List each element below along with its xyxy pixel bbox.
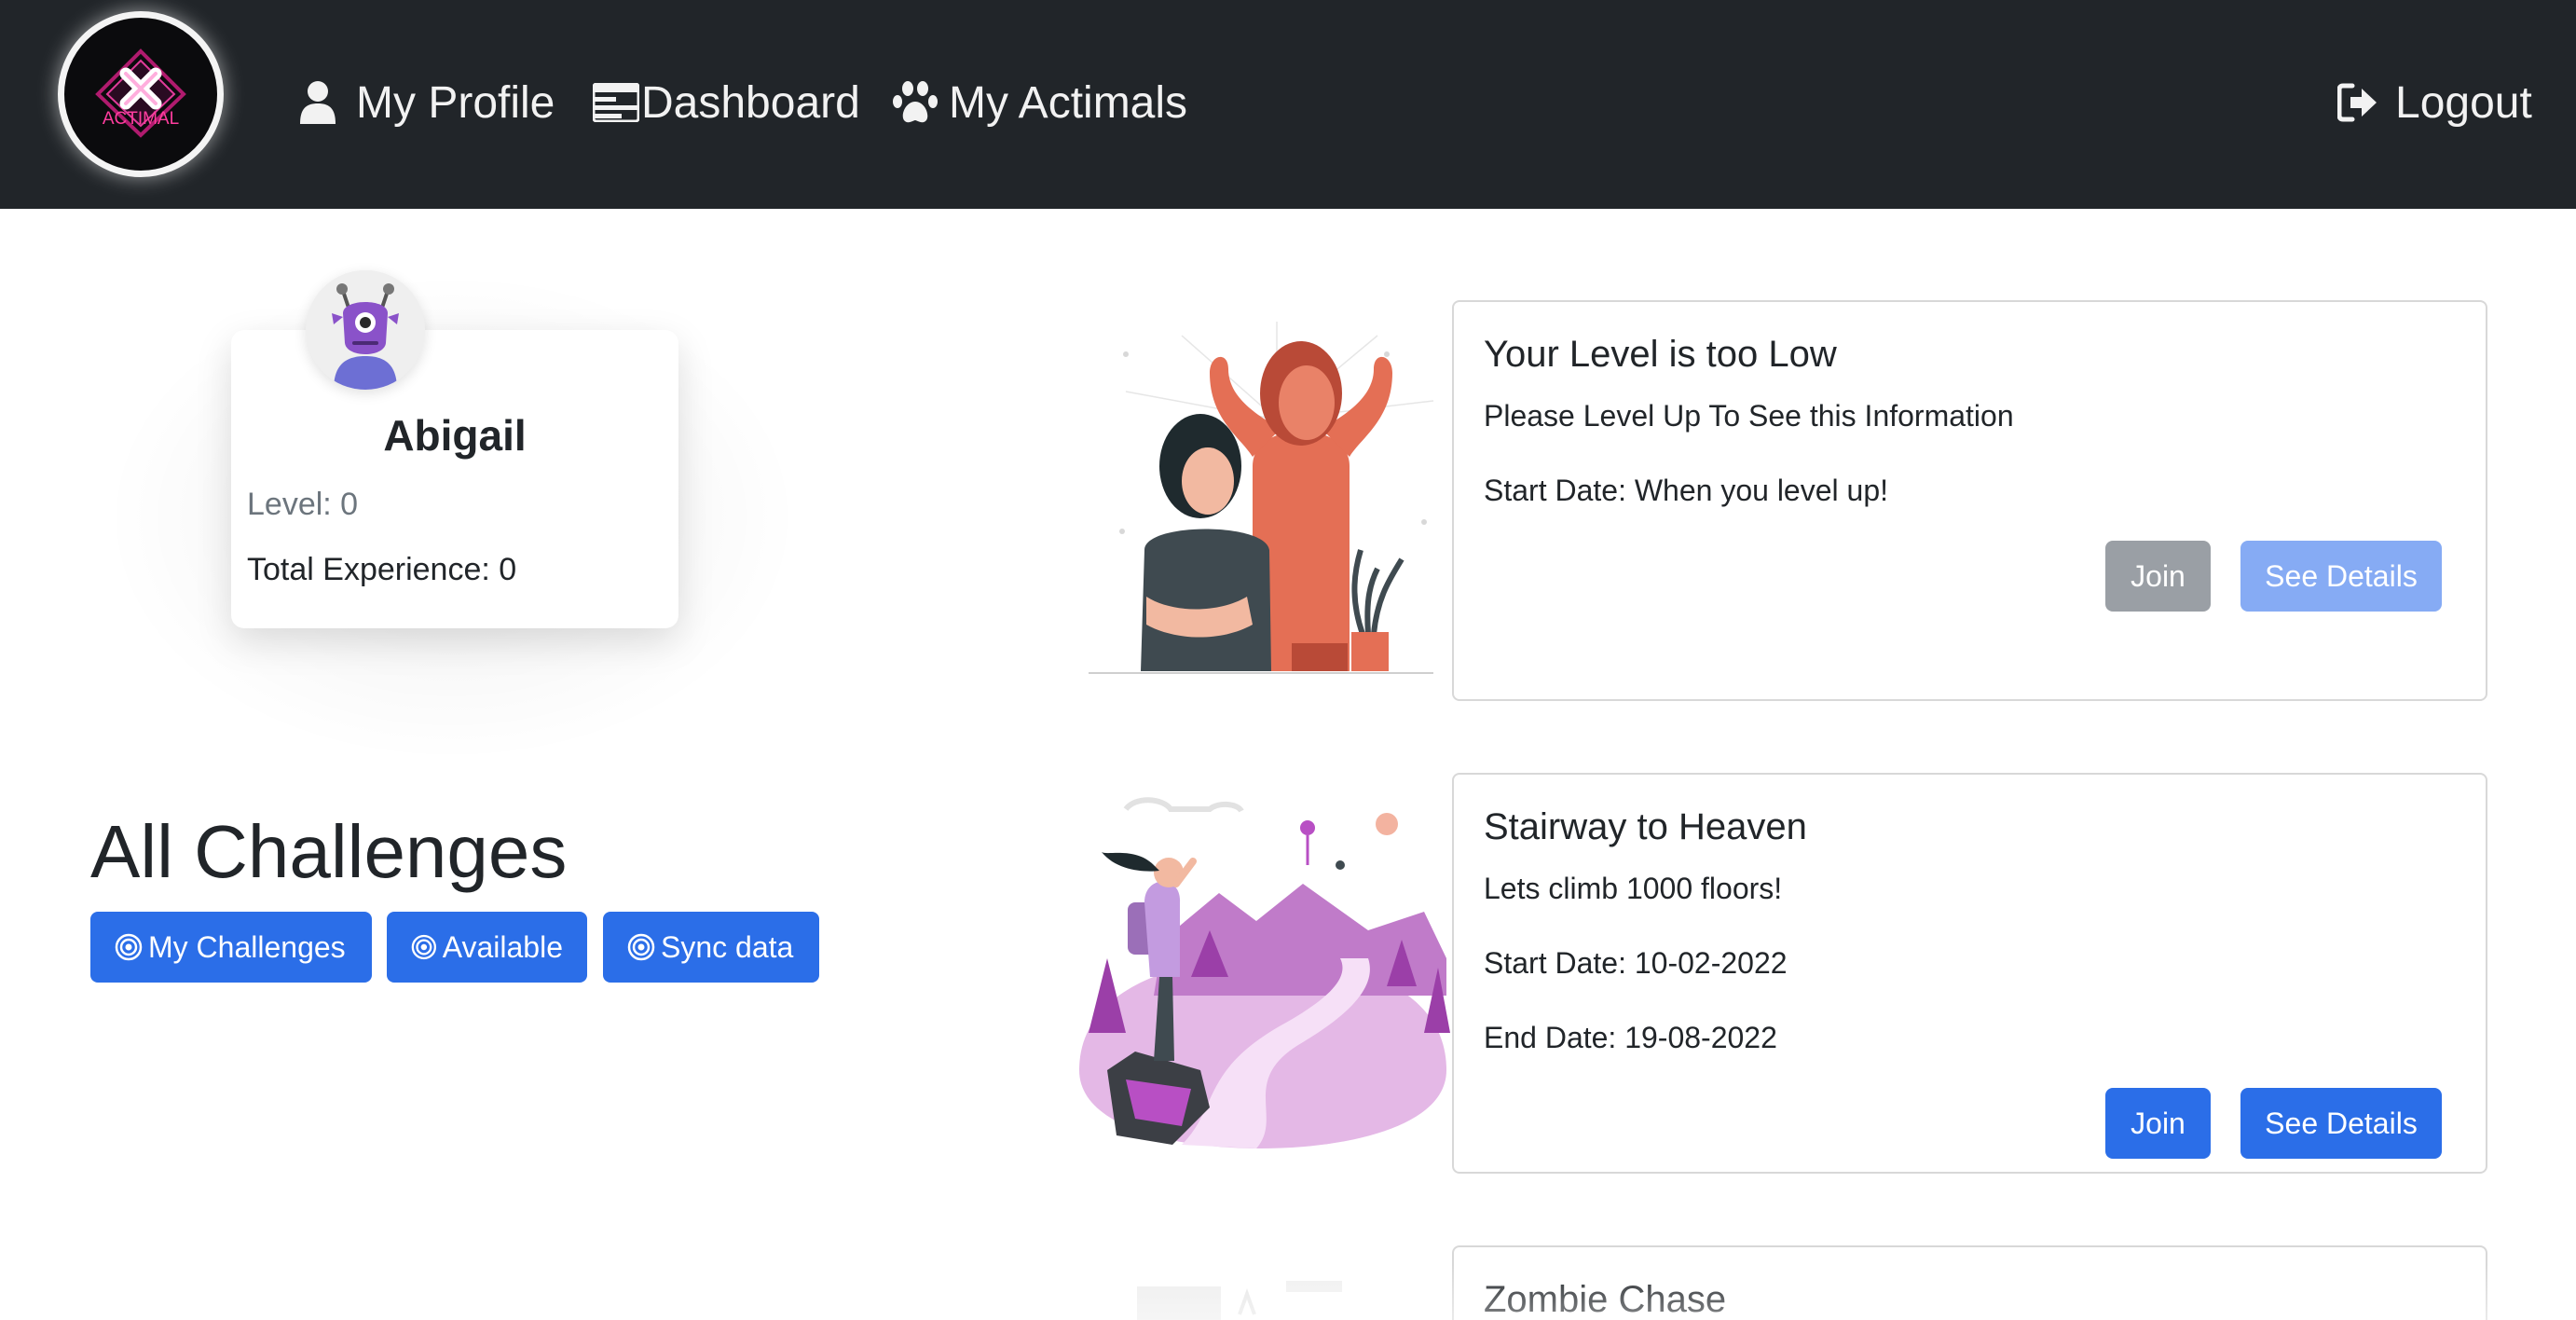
challenge-title: Stairway to Heaven	[1484, 806, 1807, 847]
challenge-start-date: Start Date: 10-02-2022	[1484, 946, 1788, 980]
join-button[interactable]: Join	[2105, 541, 2211, 612]
nav-dashboard[interactable]: Dashboard	[593, 73, 860, 132]
svg-text:ACTIMAL: ACTIMAL	[103, 109, 179, 129]
my-challenges-button[interactable]: My Challenges	[90, 912, 372, 983]
target-icon	[411, 934, 437, 960]
nav-my-profile[interactable]: My Profile	[300, 73, 555, 132]
profile-name: Abigail	[383, 411, 527, 460]
challenge-title: Zombie Chase	[1484, 1279, 1727, 1320]
challenge-illustration-zombie	[1118, 1277, 1398, 1320]
join-button[interactable]: Join	[2105, 1088, 2211, 1159]
sync-data-label: Sync data	[661, 929, 794, 964]
user-icon	[300, 81, 336, 124]
challenge-card: Zombie Chase	[1452, 1245, 2487, 1320]
available-button[interactable]: Available	[387, 912, 587, 983]
top-navbar: ACTIMAL My Profile Dashboard My Actimals	[0, 0, 2576, 209]
challenge-description: Please Level Up To See this Information	[1484, 399, 2014, 433]
challenge-illustration-hiker	[1070, 791, 1450, 1160]
challenge-title: Your Level is too Low	[1484, 334, 1837, 375]
see-details-button[interactable]: See Details	[2240, 541, 2442, 612]
actimal-logo[interactable]: ACTIMAL	[58, 11, 224, 177]
avatar	[306, 270, 425, 390]
challenge-card: Stairway to Heaven Lets climb 1000 floor…	[1452, 773, 2487, 1174]
target-icon	[627, 933, 655, 961]
nav-my-actimals-label: My Actimals	[949, 77, 1188, 128]
alien-avatar-icon	[306, 270, 425, 390]
see-details-button[interactable]: See Details	[2240, 1088, 2442, 1159]
challenge-end-date: End Date: 19-08-2022	[1484, 1021, 1777, 1054]
nav-my-actimals[interactable]: My Actimals	[893, 73, 1187, 132]
actimal-logo-icon: ACTIMAL	[95, 48, 186, 138]
logout-label: Logout	[2395, 77, 2532, 128]
all-challenges-heading: All Challenges	[90, 810, 568, 893]
sync-data-button[interactable]: Sync data	[603, 912, 819, 983]
logout-icon	[2337, 83, 2377, 122]
dashboard-icon	[593, 83, 639, 122]
profile-experience: Total Experience: 0	[247, 552, 517, 587]
nav-my-profile-label: My Profile	[356, 77, 555, 128]
my-challenges-label: My Challenges	[148, 929, 346, 964]
available-label: Available	[442, 929, 563, 964]
challenge-description: Lets climb 1000 floors!	[1484, 872, 1783, 905]
challenge-card: Your Level is too Low Please Level Up To…	[1452, 300, 2487, 701]
challenge-start-date: Start Date: When you level up!	[1484, 474, 1888, 507]
challenge-illustration-strength	[1070, 317, 1445, 684]
nav-dashboard-label: Dashboard	[641, 77, 860, 128]
paw-icon	[893, 81, 938, 123]
target-icon	[115, 933, 143, 961]
logout-button[interactable]: Logout	[2337, 73, 2532, 132]
profile-level: Level: 0	[247, 487, 359, 522]
